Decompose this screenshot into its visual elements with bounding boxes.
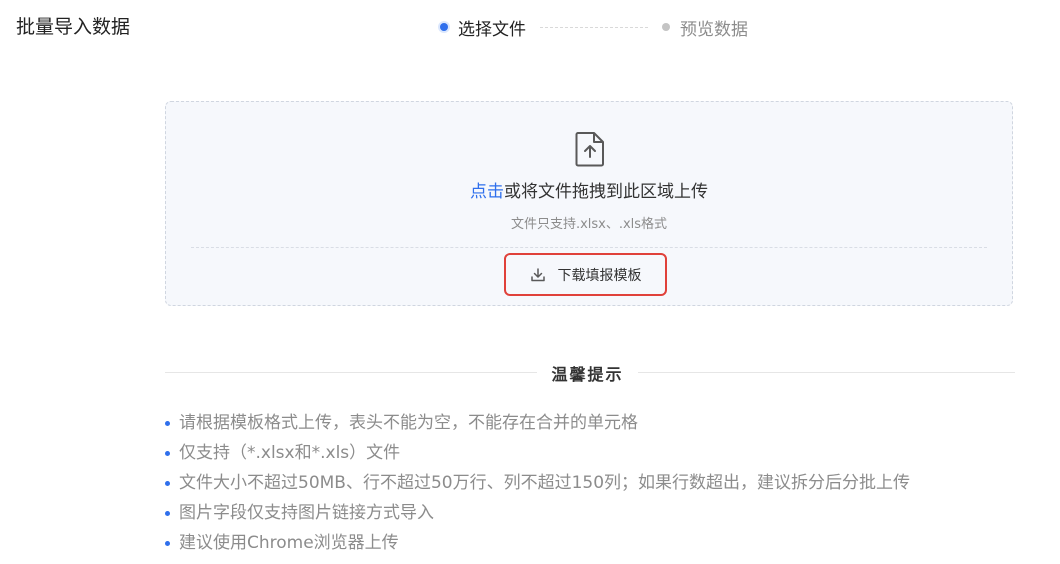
tip-text: 建议使用Chrome浏览器上传 bbox=[179, 533, 399, 553]
list-item: 建议使用Chrome浏览器上传 bbox=[163, 528, 910, 558]
bullet-icon bbox=[165, 510, 170, 516]
upload-instruction: 点击或将文件拖拽到此区域上传 bbox=[166, 180, 1012, 204]
step-preview-data: 预览数据 bbox=[662, 15, 748, 40]
step-active-dot-icon bbox=[440, 23, 448, 31]
tip-text: 图片字段仅支持图片链接方式导入 bbox=[179, 503, 434, 523]
divider bbox=[165, 372, 537, 373]
bullet-icon bbox=[165, 480, 170, 486]
list-item: 图片字段仅支持图片链接方式导入 bbox=[163, 498, 910, 528]
bullet-icon bbox=[165, 540, 170, 546]
upload-dropzone[interactable]: 点击或将文件拖拽到此区域上传 文件只支持.xlsx、.xls格式 下载填报模板 bbox=[165, 101, 1013, 306]
step-label: 选择文件 bbox=[458, 19, 526, 40]
upload-main-text: 或将文件拖拽到此区域上传 bbox=[504, 182, 708, 202]
download-template-label: 下载填报模板 bbox=[557, 267, 642, 284]
list-item: 文件大小不超过50MB、行不超过50万行、列不超过150列；如果行数超出，建议拆… bbox=[163, 468, 910, 498]
page-title: 批量导入数据 bbox=[16, 16, 131, 38]
bullet-icon bbox=[165, 420, 170, 426]
step-pending-dot-icon bbox=[662, 23, 670, 31]
step-select-file: 选择文件 bbox=[440, 15, 526, 40]
steps-indicator: 选择文件 预览数据 bbox=[440, 15, 748, 40]
bullet-icon bbox=[165, 450, 170, 456]
download-template-button[interactable]: 下载填报模板 bbox=[504, 253, 667, 296]
tips-list: 请根据模板格式上传，表头不能为空，不能存在合并的单元格 仅支持（*.xlsx和*… bbox=[163, 408, 910, 558]
list-item: 请根据模板格式上传，表头不能为空，不能存在合并的单元格 bbox=[163, 408, 910, 438]
import-page: 批量导入数据 选择文件 预览数据 点击或将文件拖拽到此区域上传 文件只支持.xl… bbox=[0, 0, 1060, 564]
step-connector bbox=[540, 26, 648, 28]
upload-format-hint: 文件只支持.xlsx、.xls格式 bbox=[510, 217, 668, 232]
tip-text: 仅支持（*.xlsx和*.xls）文件 bbox=[179, 443, 401, 463]
tips-header: 温馨提示 bbox=[165, 360, 1015, 386]
tip-text: 请根据模板格式上传，表头不能为空，不能存在合并的单元格 bbox=[179, 413, 638, 433]
download-icon bbox=[530, 267, 545, 281]
file-upload-icon bbox=[575, 132, 604, 167]
upload-click-link[interactable]: 点击 bbox=[470, 182, 504, 202]
upload-divider bbox=[191, 247, 987, 248]
list-item: 仅支持（*.xlsx和*.xls）文件 bbox=[163, 438, 910, 468]
tips-title: 温馨提示 bbox=[551, 365, 624, 384]
step-label: 预览数据 bbox=[680, 19, 748, 40]
tip-text: 文件大小不超过50MB、行不超过50万行、列不超过150列；如果行数超出，建议拆… bbox=[179, 473, 911, 493]
divider bbox=[638, 372, 1015, 373]
